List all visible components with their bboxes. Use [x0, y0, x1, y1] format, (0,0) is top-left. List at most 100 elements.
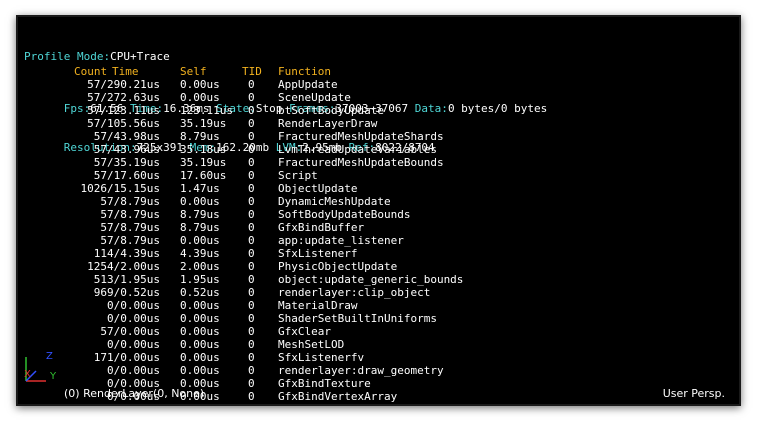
function-name-cell: LvmThreadUpdateVariables	[278, 143, 437, 156]
tid-cell: 0	[248, 286, 255, 299]
table-row: 114/4.39us 4.39us 0 SfxListenerf	[18, 247, 739, 260]
function-name-cell: FracturedMeshUpdateShards	[278, 130, 444, 143]
self-time-cell: 0.52us	[180, 286, 220, 299]
function-name-cell: ShaderSetBuiltInUniforms	[278, 312, 437, 325]
count-time-cell: 57/43.98us	[93, 130, 160, 143]
count-time-cell: 0/0.00us	[107, 299, 160, 312]
function-name-cell: app:update_listener	[278, 234, 404, 247]
tid-cell: 0	[248, 169, 255, 182]
self-time-cell: 0.00us	[180, 338, 220, 351]
function-name-cell: renderlayer:clip_object	[278, 286, 431, 299]
function-name-cell: GfxClear	[278, 325, 331, 338]
table-row: 57/105.56us 35.19us 0 RenderLayerDraw	[18, 117, 739, 130]
column-header-tid: TID	[242, 65, 262, 78]
self-time-cell: 4.39us	[180, 247, 220, 260]
function-name-cell: GfxBindVertexArray	[278, 390, 398, 403]
column-header-time: Time	[112, 65, 139, 78]
table-row: 57/123.11us 123.11us 0 btSoftBodyUpdate	[18, 104, 739, 117]
tid-cell: 0	[248, 377, 255, 390]
function-name-cell: SfxListenerfv	[278, 351, 365, 364]
count-time-cell: 513/1.95us	[93, 273, 160, 286]
render-layer-status: (0) RenderLayer(0, None)	[64, 387, 205, 400]
function-name-cell: SceneUpdate	[278, 91, 351, 104]
function-name-cell: SfxListenerf	[278, 247, 358, 260]
profile-table: 57/290.21us 0.00us 0 AppUpdate 57/272.63us 0.…	[18, 78, 739, 403]
table-row: 57/35.19us 35.19us 0 FracturedMeshUpdateBou…	[18, 156, 739, 169]
self-time-cell: 0.00us	[180, 299, 220, 312]
tid-cell: 0	[248, 338, 255, 351]
function-name-cell: SoftBodyUpdateBounds	[278, 208, 411, 221]
table-row: 57/0.00us 0.00us 0 GfxClear	[18, 325, 739, 338]
function-name-cell: GfxBindBuffer	[278, 221, 365, 234]
function-name-cell: btSoftBodyUpdate	[278, 104, 384, 117]
table-row: 57/8.79us 0.00us 0 app:update_listener	[18, 234, 739, 247]
count-time-cell: 57/0.00us	[100, 325, 160, 338]
tid-cell: 0	[248, 78, 255, 91]
table-row: 57/272.63us 0.00us 0 SceneUpdate	[18, 91, 739, 104]
self-time-cell: 0.00us	[180, 351, 220, 364]
count-time-cell: 969/0.52us	[93, 286, 160, 299]
tid-cell: 0	[248, 312, 255, 325]
table-row: 57/17.60us 17.60us 0 Script	[18, 169, 739, 182]
self-time-cell: 8.79us	[180, 221, 220, 234]
self-time-cell: 1.47us	[180, 182, 220, 195]
z-axis-label: Z	[46, 351, 53, 362]
self-time-cell: 35.19us	[180, 117, 227, 130]
table-row: 0/0.00us 0.00us 0 renderlayer:draw_geometry	[18, 364, 739, 377]
function-name-cell: AppUpdate	[278, 78, 338, 91]
table-row: 0/0.00us 0.00us 0 ShaderSetBuiltInUniforms	[18, 312, 739, 325]
count-time-cell: 57/8.79us	[100, 208, 160, 221]
profiler-viewport[interactable]: Profile Mode:CPU+Trace Fps:61.56 Time:16…	[16, 15, 741, 406]
function-name-cell: ObjectUpdate	[278, 182, 358, 195]
table-row: 969/0.52us 0.52us 0 renderlayer:clip_object	[18, 286, 739, 299]
function-name-cell: FracturedMeshUpdateBounds	[278, 156, 444, 169]
tid-cell: 0	[248, 182, 255, 195]
self-time-cell: 1.95us	[180, 273, 220, 286]
count-time-cell: 57/272.63us	[87, 91, 160, 104]
self-time-cell: 123.11us	[180, 104, 233, 117]
tid-cell: 0	[248, 364, 255, 377]
tid-cell: 0	[248, 390, 255, 403]
count-time-cell: 171/0.00us	[93, 351, 160, 364]
self-time-cell: 0.00us	[180, 78, 220, 91]
x-axis-label: X	[24, 369, 31, 380]
count-time-cell: 57/123.11us	[87, 104, 160, 117]
tid-cell: 0	[248, 351, 255, 364]
tid-cell: 0	[248, 91, 255, 104]
tid-cell: 0	[248, 325, 255, 338]
self-time-cell: 0.00us	[180, 91, 220, 104]
self-time-cell: 0.00us	[180, 364, 220, 377]
count-time-cell: 57/43.96us	[93, 143, 160, 156]
axis-gizmo: Z X Y	[24, 351, 57, 382]
tid-cell: 0	[248, 273, 255, 286]
column-header-function: Function	[278, 65, 331, 78]
table-row: 0/0.00us 0.00us 0 MaterialDraw	[18, 299, 739, 312]
table-row: 57/290.21us 0.00us 0 AppUpdate	[18, 78, 739, 91]
tid-cell: 0	[248, 117, 255, 130]
self-time-cell: 0.00us	[180, 312, 220, 325]
tid-cell: 0	[248, 299, 255, 312]
count-time-cell: 1026/15.15us	[80, 182, 160, 195]
self-time-cell: 8.79us	[180, 130, 220, 143]
tid-cell: 0	[248, 130, 255, 143]
tid-cell: 0	[248, 208, 255, 221]
column-header-self: Self	[180, 65, 207, 78]
table-row: 57/8.79us 8.79us 0 GfxBindBuffer	[18, 221, 739, 234]
header-line-profile-mode: Profile Mode:CPU+Trace	[24, 50, 170, 63]
table-row: 1026/15.15us 1.47us 0 ObjectUpdate	[18, 182, 739, 195]
function-name-cell: PhysicObjectUpdate	[278, 260, 398, 273]
function-name-cell: Script	[278, 169, 318, 182]
count-time-cell: 57/8.79us	[100, 195, 160, 208]
table-row: 57/8.79us 0.00us 0 DynamicMeshUpdate	[18, 195, 739, 208]
self-time-cell: 8.79us	[180, 208, 220, 221]
count-time-cell: 57/105.56us	[87, 117, 160, 130]
table-row: 1254/2.00us 2.00us 0 PhysicObjectUpdate	[18, 260, 739, 273]
tid-cell: 0	[248, 156, 255, 169]
count-time-cell: 57/290.21us	[87, 78, 160, 91]
tid-cell: 0	[248, 247, 255, 260]
table-row: 513/1.95us 1.95us 0 object:update_generic_b…	[18, 273, 739, 286]
function-name-cell: MeshSetLOD	[278, 338, 345, 351]
view-mode-label: User Persp.	[662, 387, 725, 400]
tid-cell: 0	[248, 195, 255, 208]
self-time-cell: 17.60us	[180, 169, 227, 182]
